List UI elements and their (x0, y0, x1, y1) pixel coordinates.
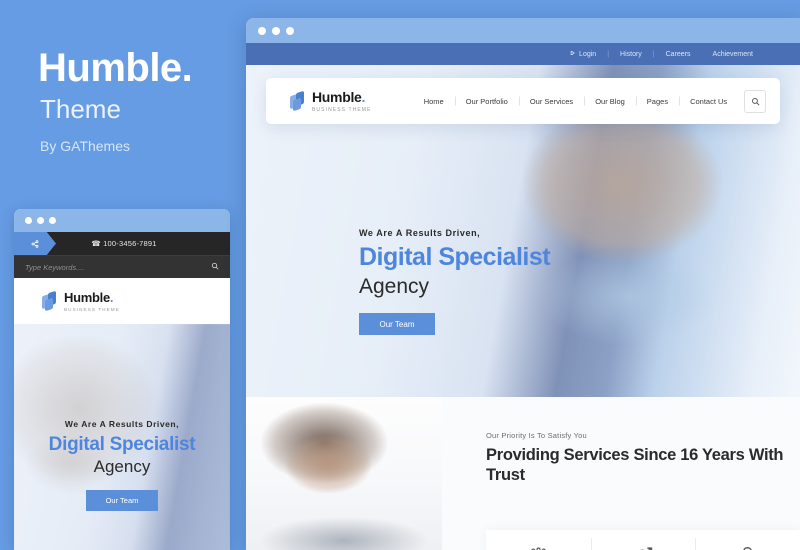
utility-link-login[interactable]: Login (559, 50, 607, 58)
site-navbar: Humble. BUSINESS THEME Home Our Portfoli… (266, 78, 780, 124)
mobile-logo-bar: Humble. BUSINESS THEME (14, 278, 230, 324)
nav-item-home[interactable]: Home (413, 97, 455, 106)
mobile-logo-tagline: BUSINESS THEME (64, 306, 120, 312)
nav-item-pages[interactable]: Pages (636, 97, 679, 106)
services-kicker: Our Priority Is To Satisfy You (486, 431, 587, 440)
utility-link-achievement[interactable]: Achievement (702, 51, 764, 58)
service-card[interactable]: Miniblind Cleaning We Deal The Dirt (486, 530, 591, 550)
mobile-logo-dot: . (109, 289, 114, 305)
mobile-search-bar[interactable]: Type Keywords.... (14, 255, 230, 278)
people-group-icon (528, 543, 549, 550)
nav-item-our-blog[interactable]: Our Blog (584, 97, 636, 106)
promo-subtitle: Theme (40, 94, 121, 124)
mobile-phone-number[interactable]: ☎ 100-3456-7891 (56, 239, 192, 248)
nav-item-our-portfolio[interactable]: Our Portfolio (455, 97, 519, 106)
site-logo-dot: . (361, 88, 366, 105)
window-dot-minimize[interactable] (272, 26, 280, 35)
money-bag-icon: $ (737, 543, 758, 550)
mobile-utility-bar: ☎ 100-3456-7891 (14, 232, 230, 255)
search-icon[interactable] (744, 89, 766, 113)
nav-item-contact-us[interactable]: Contact Us (679, 97, 738, 106)
window-dot-minimize[interactable] (37, 217, 44, 224)
promo-panel: Humble. Theme By GAThemes ☎ 100-3456-789… (0, 0, 240, 550)
site-utility-bar: Login | History | Careers Achievement (246, 43, 800, 65)
services-section: Our Priority Is To Satisfy You Providing… (246, 397, 800, 550)
hero-headline: Digital Specialist (359, 243, 551, 271)
service-card[interactable]: $ Language Translation We Help You Under… (695, 530, 800, 550)
utility-link-careers[interactable]: Careers (655, 51, 702, 58)
mobile-hero-kicker: We Are A Results Driven, (64, 419, 180, 429)
service-card[interactable]: Awesome Handyman... We Do Everything (590, 530, 696, 550)
promo-author: By GAThemes (40, 138, 130, 154)
mobile-mockup-window: ☎ 100-3456-7891 Type Keywords.... Humble… (14, 209, 230, 550)
mobile-hero: We Are A Results Driven, Digital Special… (14, 324, 230, 550)
site-logo-tagline: BUSINESS THEME (312, 106, 372, 113)
services-content: Our Priority Is To Satisfy You Providing… (442, 397, 800, 550)
services-heading: Providing Services Since 16 Years With T… (486, 446, 784, 485)
services-photo (246, 397, 442, 550)
utility-link-history[interactable]: History (609, 51, 653, 58)
window-dot-close[interactable] (258, 26, 266, 35)
login-icon (570, 50, 576, 58)
target-arrow-icon (633, 543, 654, 550)
nav-links: Home Our Portfolio Our Services Our Blog… (413, 97, 738, 106)
search-icon[interactable] (211, 262, 219, 272)
window-dot-maximize[interactable] (49, 217, 56, 224)
humble-logo-icon (42, 290, 59, 311)
mobile-mockup-titlebar (14, 209, 230, 232)
share-icon[interactable] (14, 232, 56, 255)
window-dot-maximize[interactable] (286, 26, 294, 35)
browser-titlebar (246, 18, 800, 43)
mobile-logo-name: Humble (64, 289, 110, 305)
hero-subhead: Agency (359, 275, 430, 298)
window-dot-close[interactable] (25, 217, 32, 224)
browser-window: Login | History | Careers Achievement Hu… (246, 18, 800, 550)
site-body: Humble. BUSINESS THEME Home Our Portfoli… (246, 65, 800, 550)
mobile-hero-cta-button[interactable]: Our Team (86, 490, 158, 511)
phone-icon: ☎ (91, 239, 101, 248)
hero-content: We Are A Results Driven, Digital Special… (359, 228, 551, 335)
promo-title: Humble. (38, 46, 193, 90)
mobile-hero-headline: Digital Specialist (48, 434, 196, 455)
nav-item-our-services[interactable]: Our Services (519, 97, 584, 106)
hero-cta-button[interactable]: Our Team (359, 313, 435, 335)
humble-logo-icon (290, 90, 307, 111)
mobile-hero-subhead: Agency (93, 457, 151, 476)
service-cards: Miniblind Cleaning We Deal The Dirt Awes… (486, 530, 800, 550)
hero-kicker: We Are A Results Driven, (359, 228, 481, 238)
site-logo-name: Humble (312, 88, 362, 105)
mobile-search-input[interactable]: Type Keywords.... (25, 263, 84, 272)
site-logo[interactable]: Humble. BUSINESS THEME (280, 90, 413, 113)
